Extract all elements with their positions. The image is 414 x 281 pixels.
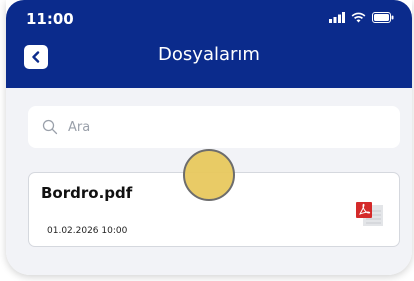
status-icons bbox=[329, 12, 394, 23]
wifi-icon bbox=[351, 12, 366, 23]
search-input[interactable] bbox=[66, 118, 370, 136]
page-title: Dosyalarım bbox=[158, 44, 260, 65]
header: 11:00 Dosyalarım bbox=[6, 0, 412, 88]
file-name: Bordro.pdf bbox=[41, 184, 133, 202]
signal-icon bbox=[329, 12, 345, 23]
tap-indicator bbox=[183, 149, 235, 201]
status-time: 11:00 bbox=[26, 10, 74, 28]
file-date: 01.02.2026 10:00 bbox=[47, 226, 128, 236]
search-icon bbox=[42, 119, 58, 135]
search-bar[interactable] bbox=[28, 106, 400, 148]
app-screen: 11:00 Dosyalarım Ara Bordro.pdf 01.02.20… bbox=[6, 0, 412, 275]
pdf-icon bbox=[355, 201, 385, 231]
battery-icon bbox=[372, 12, 394, 23]
